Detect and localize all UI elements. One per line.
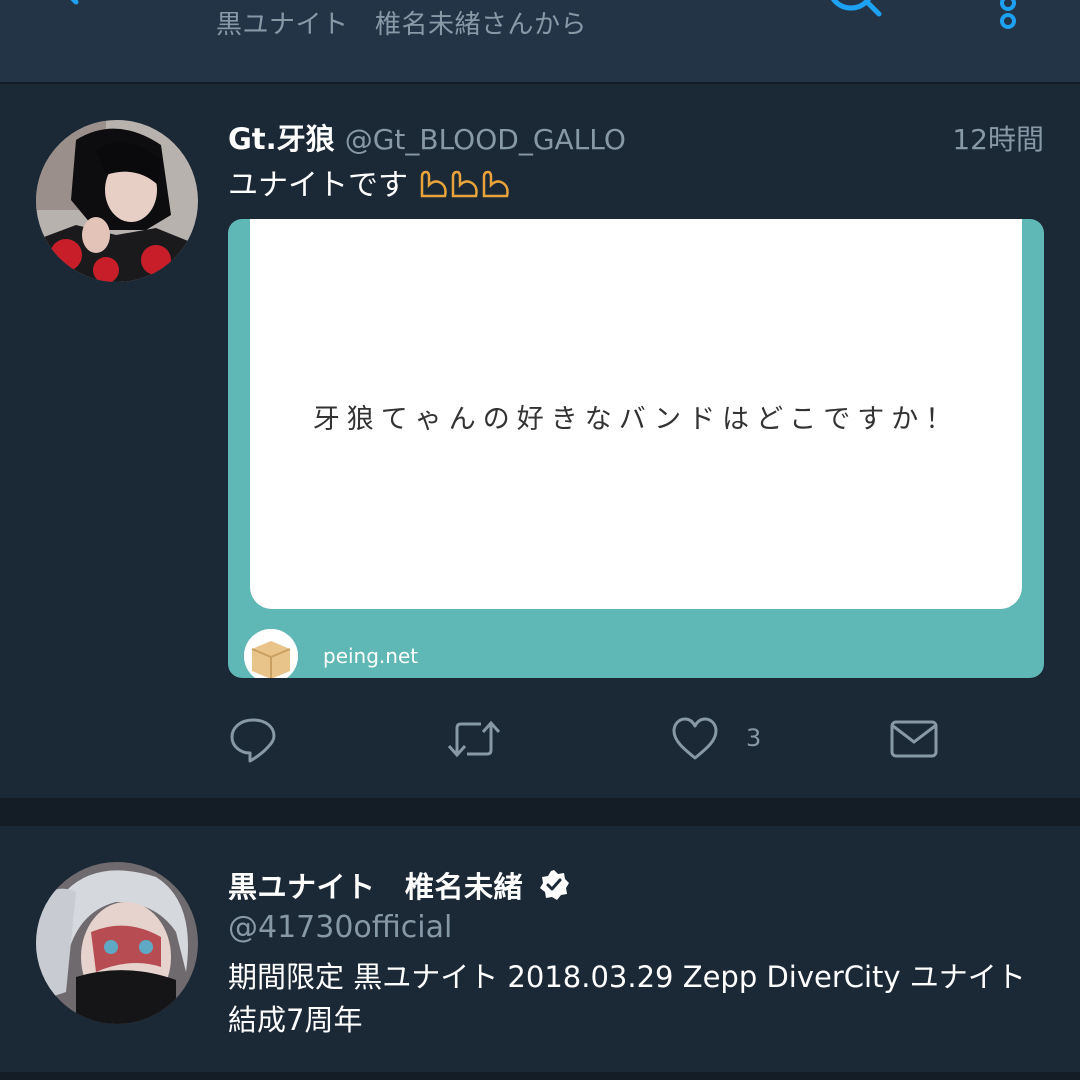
author-display-name[interactable]: Gt.牙狼 xyxy=(228,122,335,156)
bottom-divider xyxy=(0,1072,1080,1080)
like-button[interactable]: 3 xyxy=(670,714,780,764)
box-logo-icon xyxy=(244,629,298,678)
search-icon[interactable] xyxy=(815,0,895,30)
flexed-biceps-icon xyxy=(408,168,513,203)
profile-card[interactable]: 黒ユナイト 椎名未緒 @41730official 期間限定 黒ユナイト 201… xyxy=(0,824,1080,1076)
profile-avatar[interactable] xyxy=(36,862,198,1024)
media-card[interactable]: 牙狼てゃんの好きなバンドはどこですか！ peing.net xyxy=(228,219,1044,678)
tweet-author[interactable]: Gt.牙狼 @Gt_BLOOD_GALLO xyxy=(228,116,626,158)
author-handle[interactable]: @Gt_BLOOD_GALLO xyxy=(345,123,626,156)
back-arrow-icon[interactable] xyxy=(50,0,130,30)
tweet-text-body: ユナイトです xyxy=(228,168,408,203)
retweet-icon[interactable] xyxy=(445,714,503,764)
more-vertical-icon[interactable] xyxy=(990,0,1030,35)
profile-bio-line: 結成7周年 xyxy=(228,1003,363,1037)
like-count: 3 xyxy=(746,724,762,752)
tweet[interactable]: Gt.牙狼 @Gt_BLOOD_GALLO 12時間 ユナイトです 牙狼てゃんの好… xyxy=(0,84,1080,798)
tweet-timestamp: 12時間 xyxy=(952,123,1044,156)
profile-name-line[interactable]: 黒ユナイト 椎名未緒 xyxy=(228,864,570,906)
reply-icon[interactable] xyxy=(228,714,278,764)
top-app-bar: 黒ユナイト 椎名未緒さんから xyxy=(0,0,1080,84)
tweet-actions: 3 xyxy=(228,714,1044,764)
profile-display-name[interactable]: 黒ユナイト 椎名未緒 xyxy=(228,870,523,904)
media-question-card: 牙狼てゃんの好きなバンドはどこですか！ xyxy=(250,219,1022,609)
media-site-label: peing.net xyxy=(323,644,419,668)
section-divider xyxy=(0,798,1080,824)
tweet-text: ユナイトです xyxy=(228,160,513,204)
media-question-text: 牙狼てゃんの好きなバンドはどこですか！ xyxy=(312,404,960,435)
verified-badge-icon xyxy=(540,870,570,900)
heart-icon[interactable] xyxy=(670,714,720,764)
profile-handle[interactable]: @41730official xyxy=(228,910,452,945)
header-subtitle: 黒ユナイト 椎名未緒さんから xyxy=(216,10,588,40)
avatar[interactable] xyxy=(36,120,198,282)
profile-bio-line: 期間限定 黒ユナイト 2018.03.29 Zepp DiverCity ユナイ… xyxy=(228,960,1026,994)
profile-bio: 期間限定 黒ユナイト 2018.03.29 Zepp DiverCity ユナイ… xyxy=(228,956,1048,1042)
mail-icon[interactable] xyxy=(888,714,940,764)
